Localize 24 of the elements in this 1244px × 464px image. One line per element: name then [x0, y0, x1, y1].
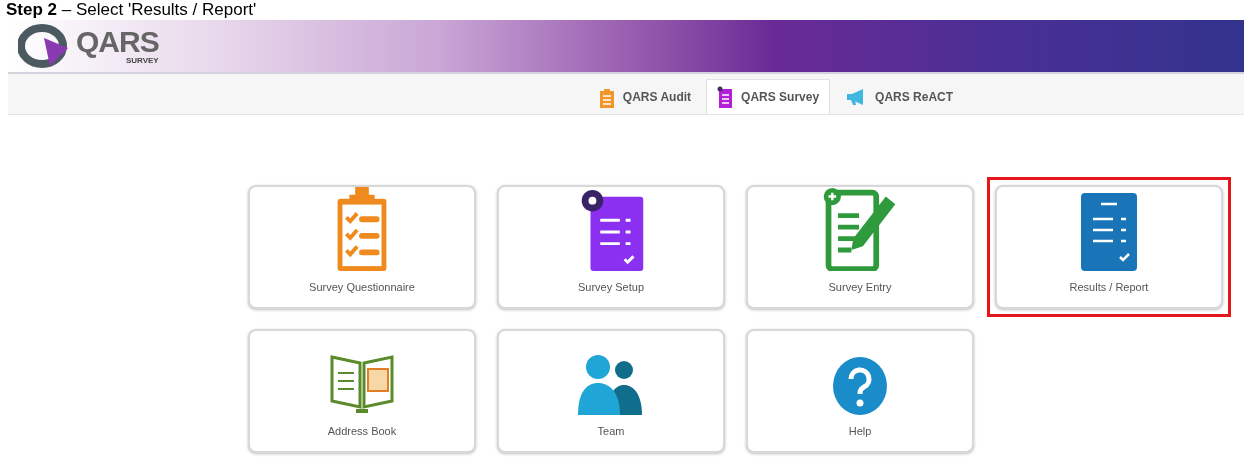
document-icon: [717, 86, 734, 108]
clipboard-icon: [598, 86, 615, 108]
module-tab[interactable]: QARS Survey: [706, 79, 831, 114]
tab-label: QARS Survey: [741, 90, 820, 104]
tile-label: Survey Questionnaire: [309, 281, 415, 293]
tile-label: Survey Entry: [828, 281, 892, 293]
document-checklist-icon: [1081, 193, 1137, 271]
tile-label: Results / Report: [1069, 281, 1149, 293]
module-tab[interactable]: QARS Audit: [587, 79, 703, 114]
address-book-icon: [330, 355, 394, 415]
logo-name: QARS: [76, 27, 159, 56]
help-icon: [833, 357, 887, 415]
clipboard-checklist-icon: [337, 187, 387, 271]
tab-label: QARS ReACT: [875, 90, 954, 104]
logo-subtitle: SURVEY: [125, 55, 159, 65]
menu-tile[interactable]: Results / Report: [987, 177, 1231, 317]
step-heading: Step 2 – Select 'Results / Report': [5, 0, 257, 20]
tile-label: Address Book: [327, 425, 397, 437]
tile-label: Team: [597, 425, 625, 437]
people-icon: [578, 353, 644, 415]
tab-label: QARS Audit: [622, 90, 692, 104]
tile-label: Survey Setup: [577, 281, 644, 293]
module-tab[interactable]: QARS ReACT: [834, 79, 965, 114]
tile-label: Help: [848, 425, 872, 437]
